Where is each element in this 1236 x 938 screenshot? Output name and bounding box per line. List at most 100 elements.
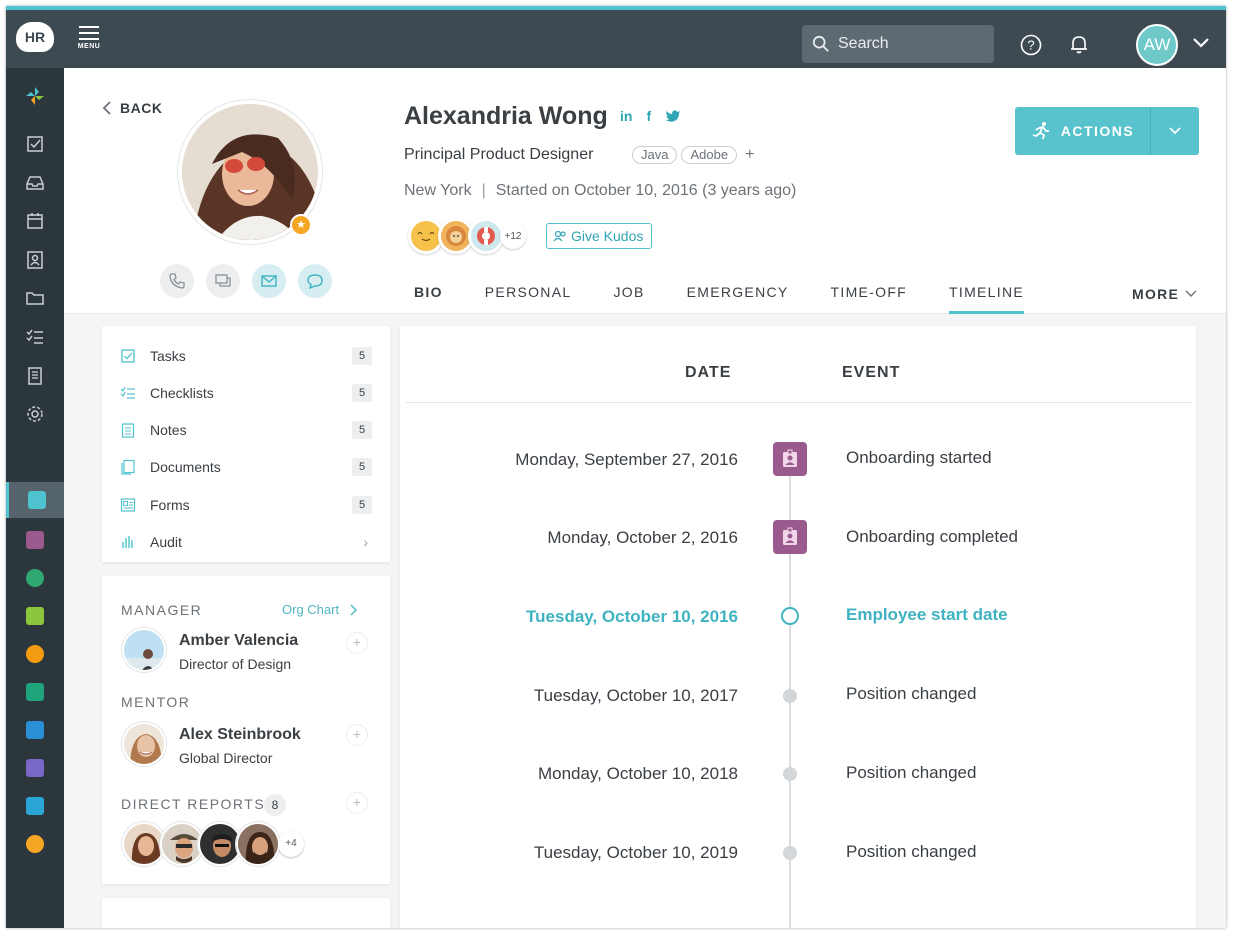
mentor-avatar[interactable] xyxy=(122,722,166,766)
id-badge-icon xyxy=(783,527,797,545)
list-item-notes[interactable]: Notes 5 xyxy=(120,418,372,442)
recognition-app-icon xyxy=(26,569,44,587)
onboarding-badge-icon[interactable] xyxy=(773,442,807,476)
actions-label: ACTIONS xyxy=(1060,123,1135,139)
timeline-date-highlighted: Tuesday, October 10, 2016 xyxy=(526,607,738,626)
list-item-audit[interactable]: Audit › xyxy=(120,530,372,554)
org-chart-link[interactable]: Org Chart xyxy=(282,602,358,617)
give-kudos-button[interactable]: Give Kudos xyxy=(546,223,653,249)
timeline-event[interactable]: Onboarding completed xyxy=(846,527,1018,547)
back-button[interactable]: BACK xyxy=(102,100,162,116)
sidebar-item-files[interactable] xyxy=(6,280,64,316)
facebook-link[interactable]: f xyxy=(646,108,651,124)
additional-card xyxy=(102,898,390,928)
add-mentor-button[interactable]: + xyxy=(346,724,368,746)
job-title: Principal Product Designer xyxy=(404,146,594,163)
chevron-left-icon xyxy=(102,101,111,115)
direct-reports-count: 8 xyxy=(264,794,286,816)
tab-bio[interactable]: BIO xyxy=(414,284,443,314)
sidebar-item-payroll[interactable] xyxy=(6,674,64,710)
search-input[interactable] xyxy=(838,25,988,63)
twitter-icon[interactable] xyxy=(665,109,681,123)
back-label: BACK xyxy=(120,100,163,116)
list-item-tasks[interactable]: Tasks 5 xyxy=(120,344,372,368)
mentor-photo xyxy=(124,724,164,764)
sidebar-item-home[interactable] xyxy=(6,78,64,114)
direct-reports-more[interactable]: +4 xyxy=(278,831,304,857)
manager-name[interactable]: Amber Valencia xyxy=(179,632,298,650)
pinwheel-icon xyxy=(26,87,44,105)
sidebar-item-onboarding[interactable] xyxy=(6,522,64,558)
skills-list: Java Adobe + xyxy=(632,146,754,164)
tab-emergency[interactable]: EMERGENCY xyxy=(687,284,789,314)
list-item-label: Notes xyxy=(150,422,187,438)
header-divider xyxy=(406,402,1192,403)
mentor-name[interactable]: Alex Steinbrook xyxy=(179,726,301,744)
search-box[interactable] xyxy=(802,25,994,63)
sidebar-item-recruiting[interactable] xyxy=(6,712,64,748)
list-item-checklists[interactable]: Checklists 5 xyxy=(120,381,372,405)
list-item-forms[interactable]: Forms 5 xyxy=(120,493,372,517)
sidebar-item-travel[interactable] xyxy=(6,598,64,634)
sidebar-item-tasks[interactable] xyxy=(6,126,64,162)
sidebar-item-people[interactable] xyxy=(6,482,64,518)
sidebar-item-benefits[interactable] xyxy=(6,636,64,672)
sidebar-item-analytics[interactable] xyxy=(6,750,64,786)
sidebar-item-checklists[interactable] xyxy=(6,319,64,355)
direct-reports-avatars: +4 xyxy=(122,822,304,866)
relations-card: MANAGER Org Chart Amber Valencia Directo… xyxy=(102,576,390,884)
svg-text:?: ? xyxy=(1027,38,1034,53)
folder-icon xyxy=(26,292,44,305)
sidebar-item-inbox[interactable] xyxy=(6,165,64,201)
tab-personal[interactable]: PERSONAL xyxy=(485,284,572,314)
add-skill-button[interactable]: + xyxy=(745,146,754,164)
analytics-app-icon xyxy=(26,759,44,777)
actions-dropdown[interactable] xyxy=(1151,107,1199,155)
linkedin-link[interactable]: in xyxy=(620,108,632,124)
timeline-event[interactable]: Position changed xyxy=(846,684,976,704)
sidebar-item-learning[interactable] xyxy=(6,788,64,824)
hr-logo[interactable]: HR xyxy=(16,16,54,52)
add-direct-report-button[interactable]: + xyxy=(346,792,368,814)
sidebar-item-reports[interactable] xyxy=(6,358,64,394)
timeline-event[interactable]: Onboarding started xyxy=(846,448,992,468)
sidebar-item-calendar[interactable] xyxy=(6,203,64,239)
kudos-more-count[interactable]: +12 xyxy=(500,223,526,249)
sidebar-item-recognition[interactable] xyxy=(6,560,64,596)
manager-avatar[interactable] xyxy=(122,628,166,672)
timeline-event[interactable]: Position changed xyxy=(846,842,976,862)
sidebar-item-directory[interactable] xyxy=(6,242,64,278)
tab-job[interactable]: JOB xyxy=(613,284,644,314)
email-button[interactable] xyxy=(252,264,286,298)
chat-button[interactable] xyxy=(206,264,240,298)
count-badge: 5 xyxy=(352,458,372,476)
timeline-event-highlighted[interactable]: Employee start date xyxy=(846,605,1008,625)
message-button[interactable] xyxy=(298,264,332,298)
help-icon[interactable]: ? xyxy=(1020,34,1042,56)
more-label: MORE xyxy=(1132,286,1180,302)
more-tabs-button[interactable]: MORE xyxy=(1132,286,1197,302)
user-avatar[interactable]: AW xyxy=(1136,24,1178,66)
bell-icon[interactable] xyxy=(1068,33,1090,55)
timeline-event[interactable]: Position changed xyxy=(846,763,976,783)
skill-tag[interactable]: Java xyxy=(632,146,678,164)
actions-button[interactable]: ACTIONS xyxy=(1015,107,1199,155)
direct-report-avatar[interactable] xyxy=(236,822,280,866)
tab-timeline[interactable]: TIMELINE xyxy=(949,284,1024,314)
records-card: Tasks 5 Checklists 5 Notes 5 Documents 5… xyxy=(102,326,390,562)
actions-main[interactable]: ACTIONS xyxy=(1015,107,1151,155)
menu-label: MENU xyxy=(77,43,101,50)
chevron-down-icon[interactable] xyxy=(1192,36,1210,50)
list-item-documents[interactable]: Documents 5 xyxy=(120,455,372,479)
sidebar-item-settings[interactable] xyxy=(6,396,64,432)
skill-tag[interactable]: Adobe xyxy=(681,146,738,164)
sidebar-item-kudos[interactable] xyxy=(6,826,64,862)
add-manager-button[interactable]: + xyxy=(346,632,368,654)
check-square-icon xyxy=(121,349,135,363)
call-button[interactable] xyxy=(160,264,194,298)
kudos-avatars[interactable]: +12 xyxy=(408,218,526,254)
onboarding-badge-icon[interactable] xyxy=(773,520,807,554)
menu-button[interactable]: MENU xyxy=(76,26,102,56)
tab-time-off[interactable]: TIME-OFF xyxy=(831,284,908,314)
gear-icon xyxy=(27,406,43,422)
